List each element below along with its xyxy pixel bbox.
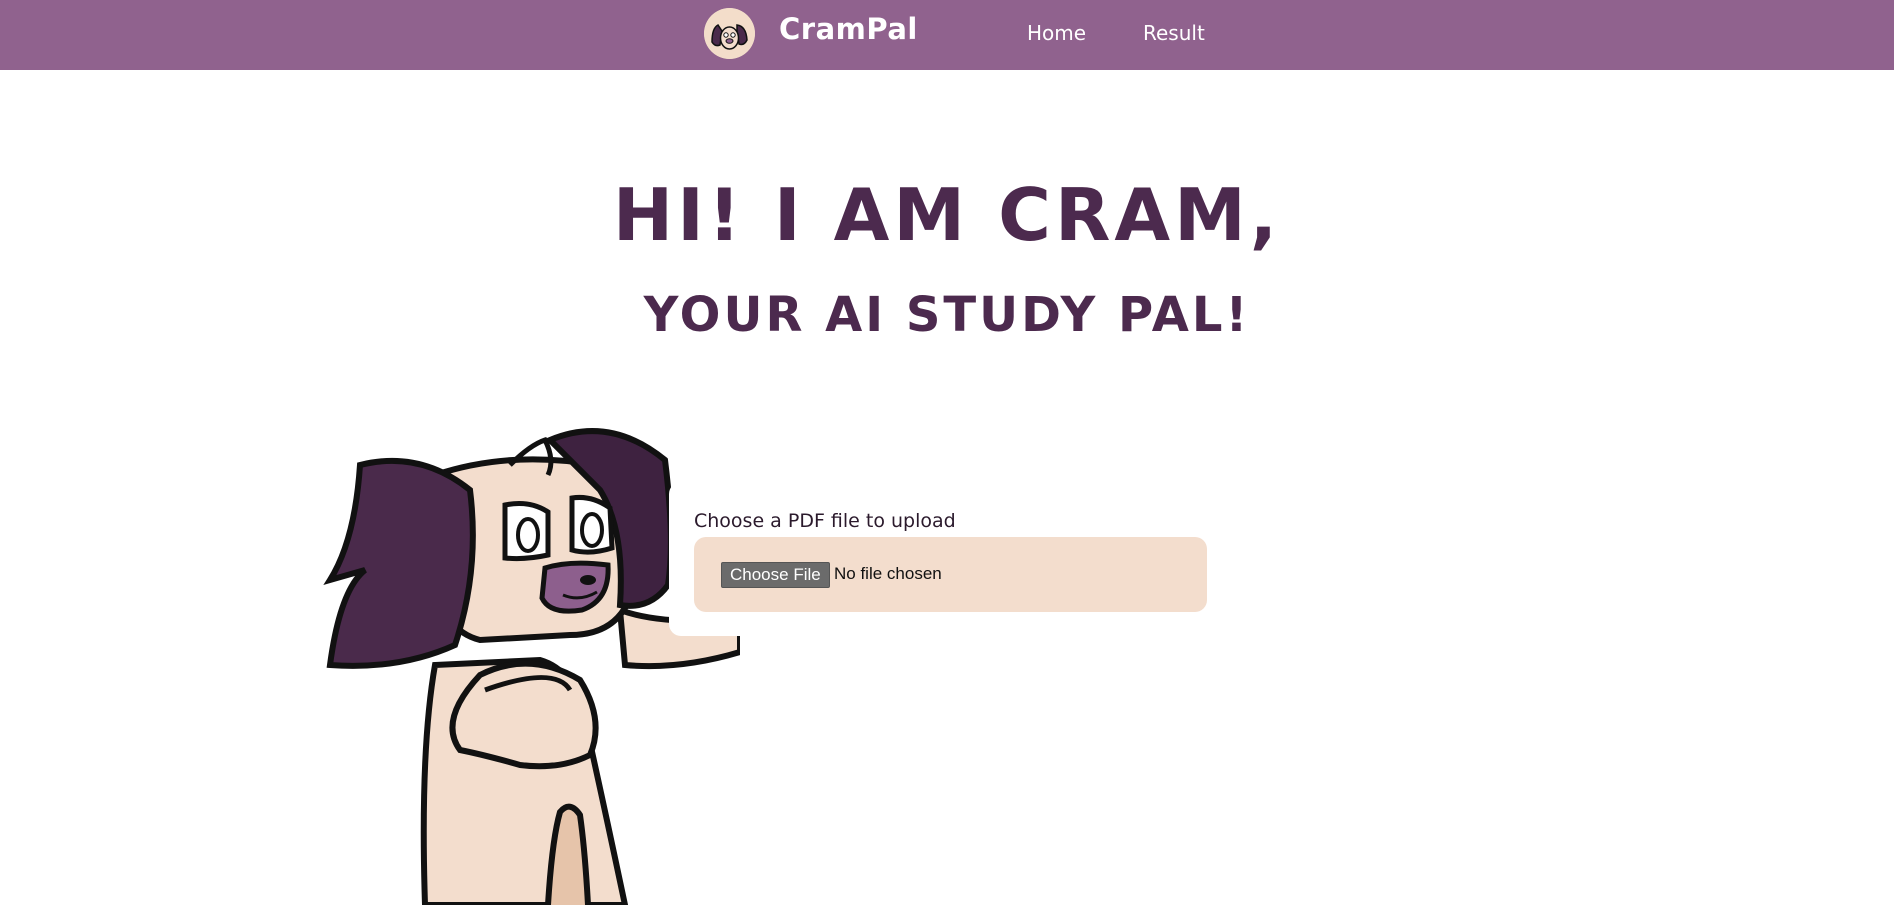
hero-subtitle: YOUR AI STUDY PAL! (643, 287, 1251, 343)
upload-label: Choose a PDF file to upload (694, 510, 956, 532)
upload-card: Choose a PDF file to upload Choose File … (669, 482, 1229, 636)
navbar: CramPal Home Result (0, 0, 1894, 70)
crampal-dog-logo-icon[interactable] (704, 8, 755, 59)
brand-name[interactable]: CramPal (779, 12, 918, 46)
file-status-text: No file chosen (834, 564, 942, 583)
nav-link-home[interactable]: Home (1027, 21, 1086, 45)
nav-link-result[interactable]: Result (1143, 21, 1205, 45)
choose-file-button[interactable]: Choose File (721, 562, 830, 588)
hero-title: HI! I AM CRAM, (612, 173, 1282, 257)
file-input-container[interactable]: Choose File No file chosen (694, 537, 1207, 612)
